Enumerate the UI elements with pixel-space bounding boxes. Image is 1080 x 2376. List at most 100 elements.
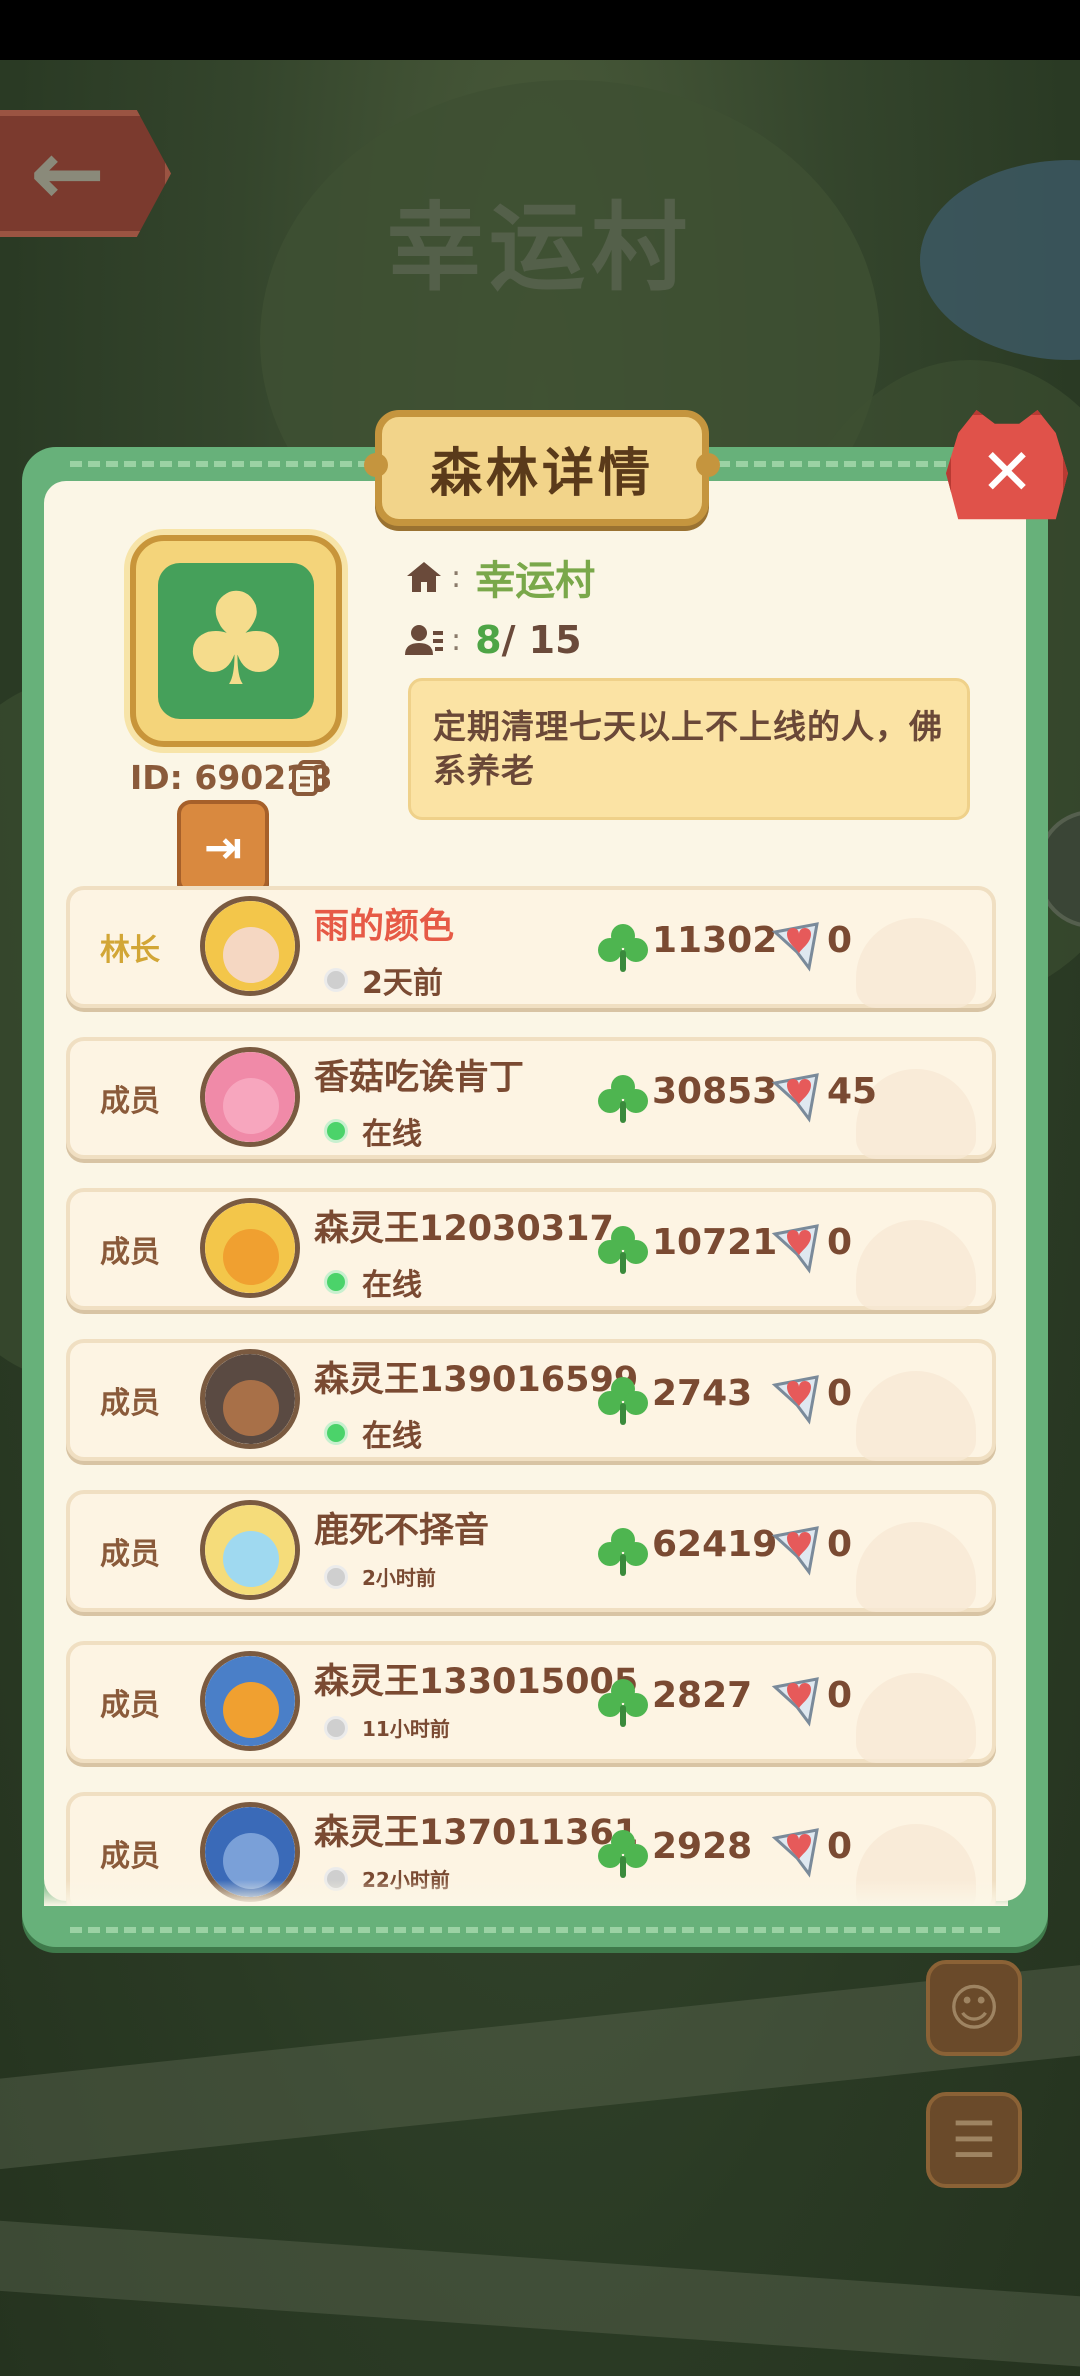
member-likes: 0 (827, 1373, 853, 1414)
status-bar (0, 0, 1080, 60)
member-name: 香菇吃诶肯丁 (314, 1058, 525, 1098)
member-points: 11302 (652, 920, 778, 961)
member-role: 成员 (100, 1235, 160, 1270)
member-name: 森灵王133015005 (314, 1662, 639, 1702)
member-name: 鹿死不择音 (314, 1511, 490, 1551)
member-role: 成员 (100, 1688, 160, 1723)
chat-button[interactable]: ☺ (926, 1960, 1022, 2056)
forest-notice: 定期清理七天以上不上线的人，佛系养老 (408, 678, 970, 820)
member-status: 在线 (324, 1109, 422, 1153)
member-role: 成员 (100, 1084, 160, 1119)
member-name: 森灵王139016599 (314, 1360, 639, 1400)
close-icon: ✕ (980, 435, 1034, 510)
chat-icon: ☺ (947, 1979, 1001, 2037)
profile-icon: ☰ (951, 2111, 997, 2169)
member-name: 雨的颜色 (314, 907, 455, 947)
status-text: 在线 (362, 1117, 422, 1152)
member-status: 2小时前 (324, 1562, 436, 1591)
member-likes: 0 (827, 1222, 853, 1263)
member-points: 2928 (652, 1826, 753, 1867)
status-dot-icon (324, 1564, 348, 1589)
member-row[interactable]: 成员 森灵王133015005 11小时前 2827 0 (66, 1641, 996, 1763)
member-row[interactable]: 成员 鹿死不择音 2小时前 62419 0 (66, 1490, 996, 1612)
member-points: 2827 (652, 1675, 753, 1716)
exit-icon: ⇥ (203, 820, 243, 874)
heart-icon[interactable] (767, 1220, 825, 1278)
leave-forest-button[interactable]: ⇥ (177, 800, 269, 894)
member-count: : 8 / 15 (405, 618, 582, 662)
member-status: 在线 (324, 1411, 422, 1455)
avatar[interactable] (200, 896, 300, 996)
village-name: 幸运村 (475, 558, 596, 604)
row-decoration (856, 1371, 976, 1461)
member-name: 森灵王12030317 (314, 1209, 614, 1249)
row-decoration (856, 1220, 976, 1310)
member-likes: 0 (827, 1524, 853, 1565)
member-points: 10721 (652, 1222, 778, 1263)
member-status: 11小时前 (324, 1713, 450, 1742)
member-status: 在线 (324, 1260, 422, 1304)
avatar[interactable] (200, 1198, 300, 1298)
profile-button[interactable]: ☰ (926, 2092, 1022, 2188)
member-role: 成员 (100, 1537, 160, 1572)
status-dot-icon (324, 1119, 348, 1143)
forest-emblem: ♣ (130, 535, 342, 747)
dialog-title: 森林详情 (429, 443, 654, 504)
member-likes: 0 (827, 1826, 853, 1867)
clover-icon (598, 1830, 648, 1878)
heart-icon[interactable] (767, 918, 825, 976)
member-status: 2天前 (324, 958, 443, 1002)
status-text: 在线 (362, 1268, 422, 1303)
member-points: 30853 (652, 1071, 778, 1112)
row-decoration (856, 1673, 976, 1763)
member-role: 林长 (100, 933, 160, 968)
row-decoration (856, 918, 976, 1008)
close-button[interactable]: ✕ (946, 410, 1068, 520)
clover-icon (598, 1528, 648, 1576)
avatar[interactable] (200, 1047, 300, 1147)
clover-icon (598, 1075, 648, 1123)
status-dot-icon (324, 1715, 348, 1740)
heart-icon[interactable] (767, 1069, 825, 1127)
member-likes: 45 (827, 1071, 878, 1112)
avatar[interactable] (200, 1500, 300, 1600)
people-icon (405, 625, 443, 655)
member-name: 森灵王137011361 (314, 1813, 639, 1853)
member-list[interactable]: 林长 雨的颜色 2天前 11302 0 成员 香菇吃诶肯丁 在线 30853 4… (44, 886, 1008, 1906)
member-points: 62419 (652, 1524, 778, 1565)
member-row[interactable]: 成员 森灵王139016599 在线 2743 0 (66, 1339, 996, 1461)
member-count-current: 8 (475, 618, 502, 662)
status-text: 2天前 (362, 966, 443, 1001)
heart-icon[interactable] (767, 1824, 825, 1882)
status-dot-icon (324, 1421, 348, 1445)
dialog-title-plate: 森林详情 (364, 410, 720, 526)
member-points: 2743 (652, 1373, 753, 1414)
clover-icon (598, 1679, 648, 1727)
copy-icon[interactable] (290, 758, 328, 796)
member-count-max: / 15 (501, 618, 582, 662)
status-text: 在线 (362, 1419, 422, 1454)
heart-icon[interactable] (767, 1673, 825, 1731)
status-text: 2小时前 (362, 1566, 436, 1590)
village-title: 幸运村 (387, 192, 693, 304)
village-info: : 幸运村 (405, 548, 595, 606)
home-icon (407, 562, 441, 592)
member-likes: 0 (827, 1675, 853, 1716)
row-decoration (856, 1522, 976, 1612)
status-dot-icon (324, 1270, 348, 1294)
member-row[interactable]: 成员 森灵王12030317 在线 10721 0 (66, 1188, 996, 1310)
list-fade (44, 1880, 1008, 1906)
member-role: 成员 (100, 1386, 160, 1421)
member-likes: 0 (827, 920, 853, 961)
clover-icon (598, 1226, 648, 1274)
status-text: 11小时前 (362, 1717, 450, 1741)
member-row[interactable]: 林长 雨的颜色 2天前 11302 0 (66, 886, 996, 1008)
heart-icon[interactable] (767, 1371, 825, 1429)
avatar[interactable] (200, 1349, 300, 1449)
avatar[interactable] (200, 1651, 300, 1751)
status-dot-icon (324, 968, 348, 992)
heart-icon[interactable] (767, 1522, 825, 1580)
member-row[interactable]: 成员 香菇吃诶肯丁 在线 30853 45 (66, 1037, 996, 1159)
clover-icon (598, 924, 648, 972)
clover-icon (598, 1377, 648, 1425)
